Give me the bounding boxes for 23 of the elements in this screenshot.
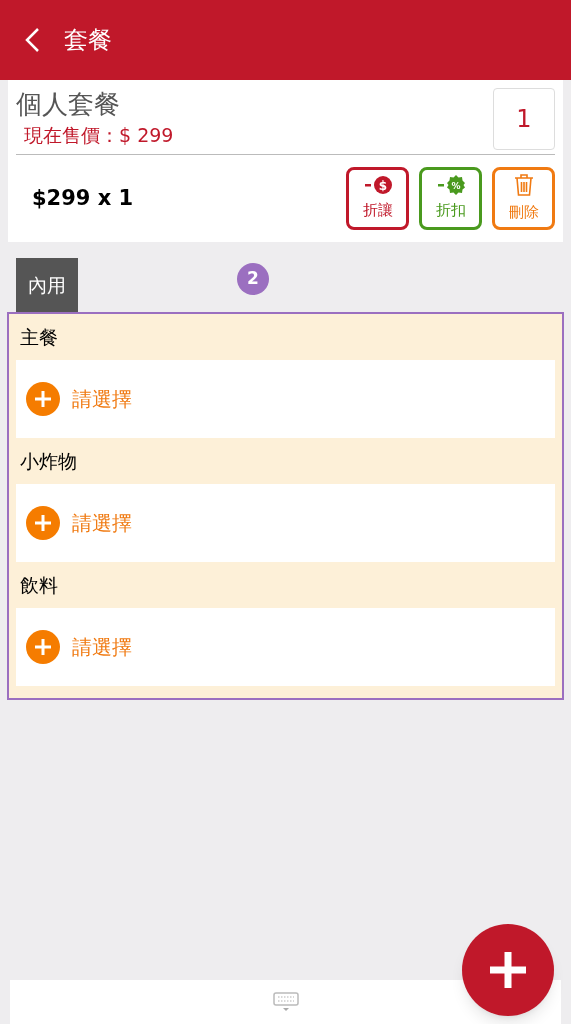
back-icon bbox=[24, 27, 40, 53]
tab[interactable]: 內用 bbox=[16, 258, 78, 312]
quantity-field[interactable]: 1 bbox=[493, 88, 555, 150]
count-badge: 2 bbox=[237, 263, 269, 295]
select-option-button[interactable]: 請選擇 bbox=[16, 360, 555, 438]
plus-circle-icon bbox=[26, 506, 60, 540]
plus-icon bbox=[488, 950, 528, 990]
page-title: 套餐 bbox=[64, 25, 112, 56]
item-name: 個人套餐 bbox=[16, 88, 121, 121]
current-price: 現在售價：$ 299 bbox=[23, 122, 174, 148]
trash-icon bbox=[512, 173, 535, 198]
group-title: 主餐 bbox=[19, 324, 59, 350]
back-button[interactable] bbox=[24, 27, 40, 53]
subtotal: $299 x 1 bbox=[31, 184, 134, 212]
group-title: 飲料 bbox=[19, 572, 59, 598]
select-option-button[interactable]: 請選擇 bbox=[16, 608, 555, 686]
select-option-button[interactable]: 請選擇 bbox=[16, 484, 555, 562]
delete-button[interactable]: 刪除 bbox=[492, 167, 555, 230]
plus-circle-icon bbox=[26, 630, 60, 664]
plus-circle-icon bbox=[26, 382, 60, 416]
group-title: 小炸物 bbox=[19, 448, 78, 474]
discount-button[interactable]: % 折扣 bbox=[419, 167, 482, 230]
discount-button[interactable]: $ 折讓 bbox=[346, 167, 409, 230]
